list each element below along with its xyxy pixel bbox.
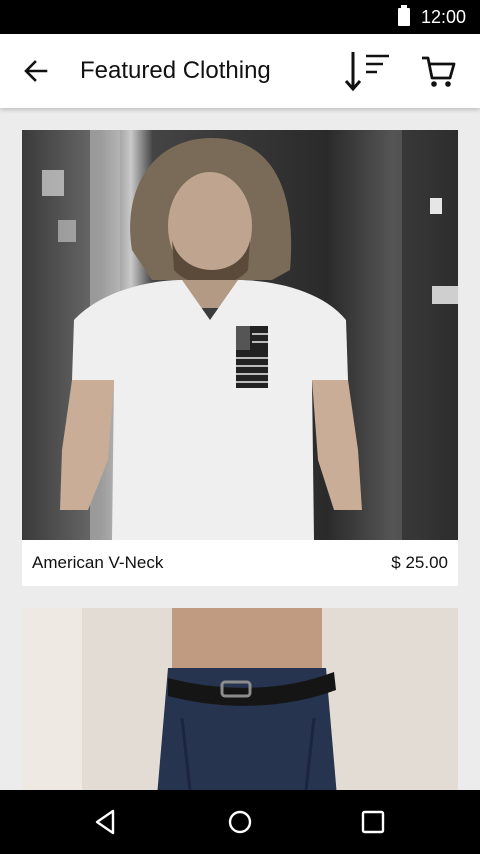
navigation-bar [0,790,480,854]
nav-recents-icon [361,810,385,834]
back-button[interactable] [14,49,58,93]
nav-back-button[interactable] [82,798,130,846]
cart-button[interactable] [412,47,464,95]
product-name: American V-Neck [32,553,164,572]
product-price: $ 25.00 [391,553,448,572]
nav-recents-button[interactable] [349,798,397,846]
cart-icon [422,56,456,87]
sort-button[interactable] [337,47,397,95]
page-title: Featured Clothing [80,57,271,84]
status-bar: 12:00 [0,0,480,34]
app-bar: Featured Clothing [0,34,480,108]
nav-back-icon [95,809,115,835]
product-photo-jeans[interactable] [22,608,458,790]
nav-home-icon [228,810,252,834]
product-card[interactable]: American V-Neck $ 25.00 [22,130,458,586]
status-time: 12:00 [421,7,467,27]
sort-icon [344,52,389,92]
nav-home-button[interactable] [216,798,264,846]
arrow-back-icon [24,60,48,82]
product-list[interactable]: American V-Neck $ 25.00 [0,108,480,790]
product-card[interactable] [22,608,458,790]
battery-icon [398,5,410,26]
product-photo-v-neck[interactable] [22,130,458,540]
